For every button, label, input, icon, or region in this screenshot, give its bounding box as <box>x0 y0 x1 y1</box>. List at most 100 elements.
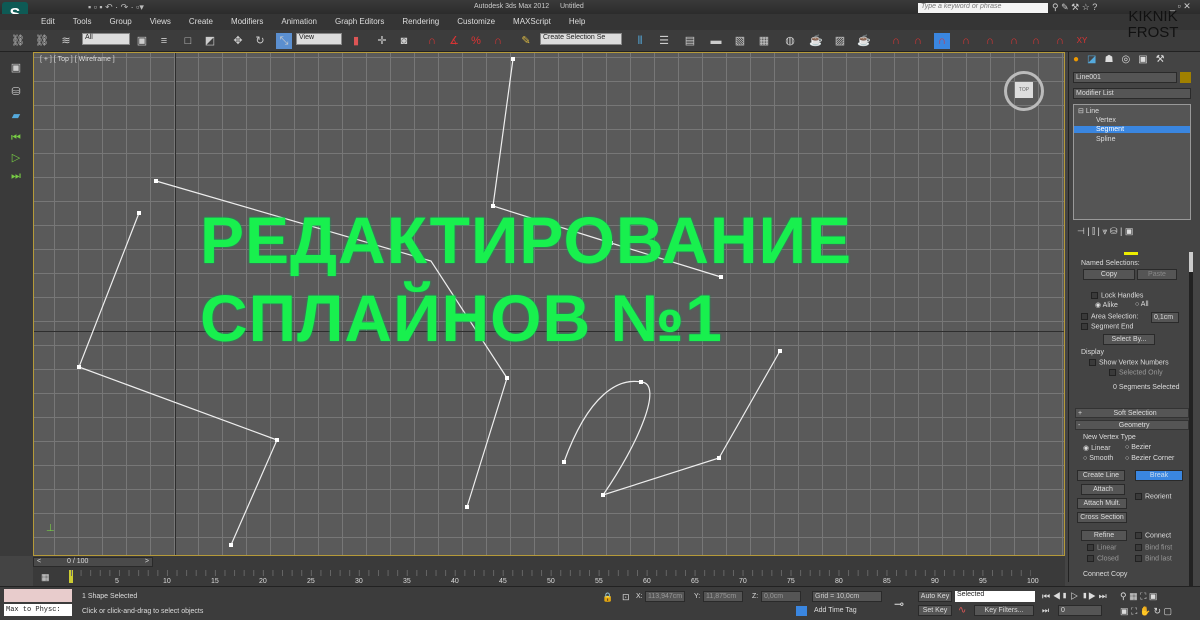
maxscript-listener[interactable] <box>4 589 72 602</box>
link-icon[interactable]: ⛓ <box>10 33 26 49</box>
area-selection-spinner[interactable]: 0,1cm <box>1151 312 1179 323</box>
hierarchy-tab-icon[interactable]: ☗ <box>1105 54 1114 68</box>
key-mode-dropdown[interactable]: Selected <box>955 591 1035 602</box>
angle-snap-icon[interactable]: ∡ <box>446 33 462 49</box>
stack-item-line[interactable]: ⊟ Line <box>1078 107 1099 115</box>
snap-endpoint-icon[interactable]: ∩ <box>958 33 974 49</box>
menu-modifiers[interactable]: Modifiers <box>222 14 272 30</box>
rotate-icon[interactable]: ↻ <box>252 33 268 49</box>
scale-icon[interactable]: ⤡ <box>276 33 292 49</box>
isolate-icon[interactable]: ▰ <box>8 108 24 124</box>
menu-graph-editors[interactable]: Graph Editors <box>326 14 393 30</box>
create-line-button[interactable]: Create Line <box>1077 470 1125 481</box>
unlink-icon[interactable]: ⛓ <box>34 33 50 49</box>
bind-last-checkbox[interactable]: Bind last <box>1135 555 1172 562</box>
stack-item-segment[interactable]: Segment <box>1074 126 1190 133</box>
snap-center-icon[interactable]: ∩ <box>1052 33 1068 49</box>
linear-radio[interactable]: ◉ Linear <box>1083 444 1111 452</box>
attach-mult-button[interactable]: Attach Mult. <box>1077 498 1127 509</box>
rendered-frame-icon[interactable]: ▨ <box>832 33 848 49</box>
lock-handles-checkbox[interactable]: Lock Handles <box>1091 292 1143 299</box>
snap-grid-icon[interactable]: ∩ <box>888 33 904 49</box>
search-input[interactable]: Type a keyword or phrase <box>918 3 1048 13</box>
time-prev-button[interactable]: < <box>34 558 41 565</box>
named-selection-dropdown[interactable]: Create Selection Se <box>540 33 622 45</box>
selected-only-checkbox[interactable]: Selected Only <box>1109 369 1163 376</box>
all-radio[interactable]: ○ All <box>1135 301 1149 308</box>
viewport-nav-controls[interactable]: ⚲ ▦ ⛶ ▣ <box>1120 591 1157 602</box>
z-coordinate-field[interactable]: 0,0cm <box>761 591 801 602</box>
edit-named-selection-icon[interactable]: ✎ <box>518 33 534 49</box>
time-next-button[interactable]: > <box>145 558 149 566</box>
alike-radio[interactable]: ◉ Alike <box>1095 301 1118 309</box>
menu-create[interactable]: Create <box>180 14 222 30</box>
snap-xy-icon[interactable]: XY <box>1074 33 1090 49</box>
viewport-nav-controls-2[interactable]: ▣ ⛶ ✋ ↻ ▢ <box>1120 606 1172 617</box>
menu-customize[interactable]: Customize <box>448 14 504 30</box>
display-tab-icon[interactable]: ▣ <box>1138 54 1147 68</box>
snap-vertex-icon[interactable]: ∩ <box>934 33 950 49</box>
menu-group[interactable]: Group <box>100 14 140 30</box>
maxscript-input[interactable]: Max to Physc: <box>4 604 72 616</box>
segment-end-checkbox[interactable]: Segment End <box>1081 323 1133 330</box>
menu-tools[interactable]: Tools <box>64 14 101 30</box>
add-time-tag-button[interactable]: Add Time Tag <box>814 607 857 614</box>
curve-editor-icon[interactable]: ▧ <box>732 33 748 49</box>
mirror-icon[interactable]: ⫴ <box>632 33 648 49</box>
scene-explorer-icon[interactable]: ▣ <box>8 60 24 76</box>
rect-selection-icon[interactable]: □ <box>180 33 196 49</box>
align-icon[interactable]: ☰ <box>656 33 672 49</box>
attach-button[interactable]: Attach <box>1081 484 1125 495</box>
spinner-snap-icon[interactable]: ∩ <box>490 33 506 49</box>
next-key-icon[interactable]: ⏭ <box>8 168 24 184</box>
snap-pivot-icon[interactable]: ∩ <box>910 33 926 49</box>
soft-selection-rollout[interactable]: + Soft Selection <box>1075 408 1189 418</box>
window-crossing-icon[interactable]: ◩ <box>202 33 218 49</box>
closed-checkbox[interactable]: Closed <box>1087 555 1119 562</box>
lock-icon[interactable]: 🔒 <box>602 592 613 603</box>
create-tab-icon[interactable]: ● <box>1073 54 1079 68</box>
stack-item-vertex[interactable]: Vertex <box>1096 117 1116 124</box>
snap-face-icon[interactable]: ∩ <box>1028 33 1044 49</box>
move-icon[interactable]: ✥ <box>230 33 246 49</box>
quick-access-icons[interactable]: ▪ ▫ ▪ ↶ · ↷ · ▫▾ <box>88 2 144 13</box>
menu-edit[interactable]: Edit <box>32 14 64 30</box>
infocenter-icons[interactable]: ⚲ ✎ ⚒ ☆ ? <box>1052 2 1097 13</box>
refine-button[interactable]: Refine <box>1081 530 1127 541</box>
playback-controls[interactable]: ⏮ ◀▮ ▷ ▮▶ ⏭ <box>1042 591 1107 602</box>
cross-section-button[interactable]: Cross Section <box>1077 512 1127 523</box>
snaps-toggle-icon[interactable]: ∩ <box>424 33 440 49</box>
select-object-icon[interactable]: ▣ <box>134 33 150 49</box>
current-frame-field[interactable]: 0 <box>1058 605 1102 616</box>
viewcube[interactable]: TOP <box>1004 71 1044 111</box>
material-editor-icon[interactable]: ◍ <box>782 33 798 49</box>
percent-snap-icon[interactable]: % <box>468 33 484 49</box>
menu-maxscript[interactable]: MAXScript <box>504 14 560 30</box>
geometry-rollout[interactable]: - Geometry <box>1075 420 1189 430</box>
bind-first-checkbox[interactable]: Bind first <box>1135 544 1172 551</box>
containers-icon[interactable]: ⛁ <box>8 84 24 100</box>
object-name-input[interactable]: Line001 <box>1073 72 1177 83</box>
graphite-icon[interactable]: ▬ <box>708 33 724 49</box>
key-tangent-icon[interactable]: ∿ <box>958 605 966 616</box>
set-key-icon[interactable]: ⊸ <box>894 597 904 611</box>
panel-scrollbar[interactable] <box>1189 252 1193 592</box>
break-button[interactable]: Break <box>1135 470 1183 481</box>
schematic-view-icon[interactable]: ▦ <box>756 33 772 49</box>
y-coordinate-field[interactable]: 11,875cm <box>703 591 743 602</box>
reference-coord-dropdown[interactable]: View <box>296 33 342 45</box>
copy-button[interactable]: Copy <box>1083 269 1135 280</box>
auto-key-button[interactable]: Auto Key <box>918 591 952 602</box>
absolute-mode-icon[interactable]: ⊡ <box>622 592 630 603</box>
smooth-radio[interactable]: ○ Smooth <box>1083 455 1113 462</box>
viewcube-face[interactable]: TOP <box>1015 82 1033 98</box>
prev-key-icon[interactable]: ⏮ <box>8 130 24 146</box>
render-setup-icon[interactable]: ☕ <box>808 33 824 49</box>
modifier-list-dropdown[interactable]: Modifier List <box>1073 88 1191 99</box>
time-slider[interactable]: < 0 / 100 > <box>33 557 153 567</box>
mini-curve-editor-icon[interactable]: ▦ <box>41 572 50 583</box>
key-mode-toggle-icon[interactable]: ⏭ <box>1042 606 1049 616</box>
bezier-corner-radio[interactable]: ○ Bezier Corner <box>1125 455 1174 462</box>
menu-animation[interactable]: Animation <box>272 14 326 30</box>
select-by-name-icon[interactable]: ≡ <box>156 33 172 49</box>
